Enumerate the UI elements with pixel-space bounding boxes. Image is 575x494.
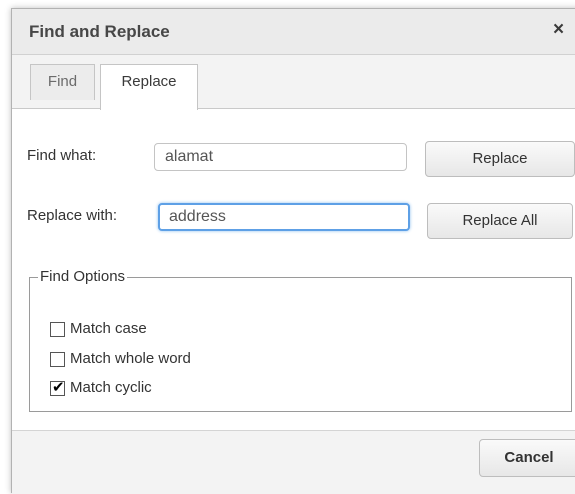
- find-what-label: Find what:: [27, 147, 97, 164]
- dialog-footer: Cancel: [12, 430, 575, 494]
- replace-with-label: Replace with:: [27, 207, 118, 224]
- match-case-checkbox[interactable]: [50, 322, 65, 337]
- tab-find[interactable]: Find: [30, 64, 95, 100]
- close-icon[interactable]: ×: [553, 20, 564, 40]
- find-options-group: Find Options Match case Match whole word…: [29, 268, 572, 412]
- cancel-button[interactable]: Cancel: [479, 439, 575, 477]
- match-whole-word-checkbox[interactable]: [50, 352, 65, 367]
- find-what-input[interactable]: [154, 143, 407, 171]
- tab-replace[interactable]: Replace: [100, 64, 198, 110]
- match-case-label: Match case: [70, 320, 147, 337]
- find-options-legend: Find Options: [38, 268, 128, 285]
- replace-all-button[interactable]: Replace All: [427, 203, 573, 239]
- dialog-title: Find and Replace: [29, 22, 170, 41]
- checkmark-icon: ✔: [52, 379, 65, 396]
- tab-strip: Find Replace: [12, 55, 575, 110]
- match-cyclic-label: Match cyclic: [70, 379, 152, 396]
- find-replace-dialog: Find and Replace × Find Replace Find wha…: [11, 8, 575, 494]
- match-whole-word-label: Match whole word: [70, 350, 191, 367]
- replace-with-input[interactable]: [158, 203, 410, 231]
- dialog-titlebar: Find and Replace ×: [12, 9, 575, 55]
- replace-button[interactable]: Replace: [425, 141, 575, 177]
- match-cyclic-checkbox[interactable]: ✔: [50, 379, 65, 396]
